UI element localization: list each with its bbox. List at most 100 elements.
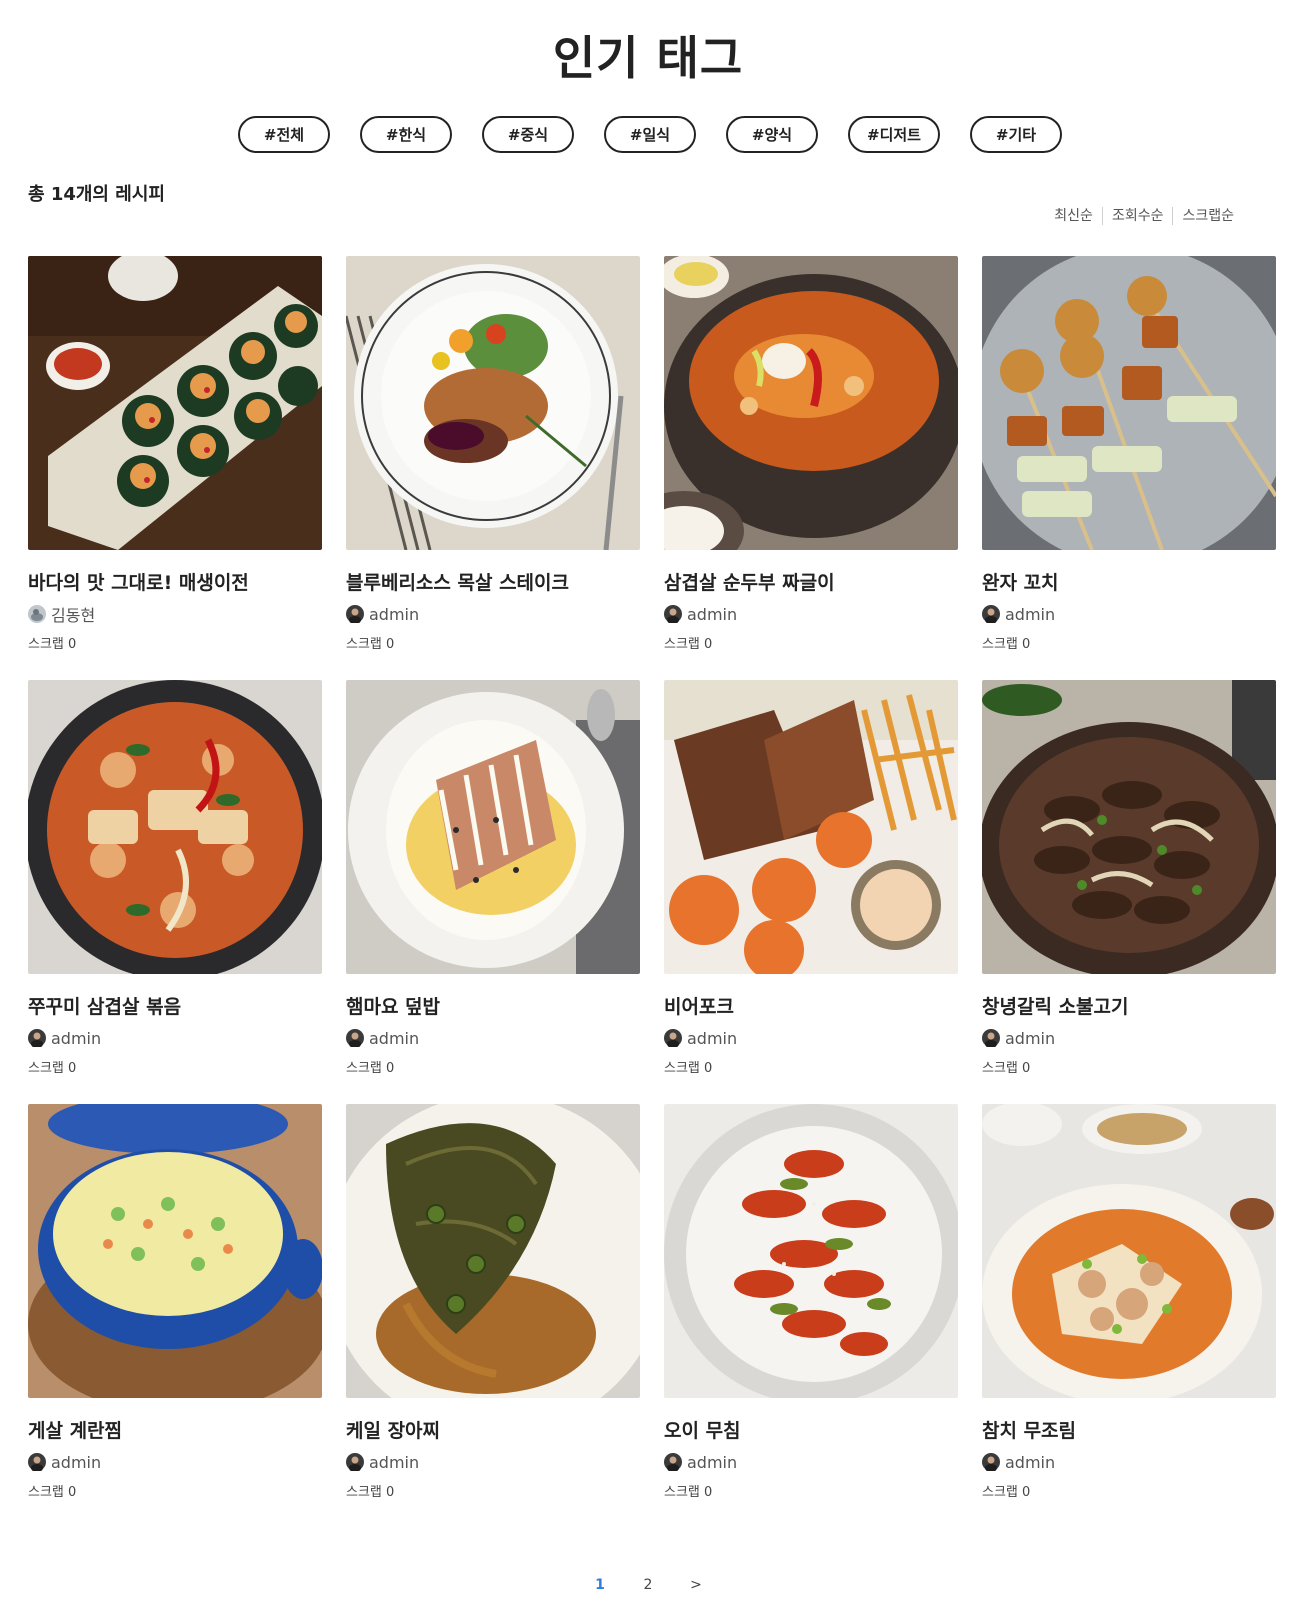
recipe-title[interactable]: 쭈꾸미 삼겹살 볶음 [28,992,322,1019]
avatar [346,1029,364,1047]
recipe-title[interactable]: 참치 무조림 [982,1416,1276,1443]
recipe-card[interactable]: 햄마요 덮밥 admin 스크랩 0 [346,680,640,1104]
author-name: admin [51,1452,102,1472]
recipe-thumbnail[interactable] [28,680,322,974]
recipe-author[interactable]: admin [346,1028,640,1048]
kale-pickles-photo [346,1104,640,1398]
scrap-count: 스크랩 0 [664,1061,713,1076]
recipe-thumbnail[interactable] [982,256,1276,550]
tag-korean[interactable]: #한식 [360,116,452,153]
scrap-count: 스크랩 0 [982,1061,1031,1076]
pork-steak-blueberry-sauce-photo [346,256,640,550]
author-name: admin [1005,604,1056,624]
recipe-count: 총 14개의 레시피 [28,184,165,205]
author-name: admin [51,1028,102,1048]
recipe-author[interactable]: admin [346,1452,640,1472]
recipe-card[interactable]: 게살 계란찜 admin 스크랩 0 [28,1104,322,1528]
scrap-count: 스크랩 0 [664,637,713,652]
recipe-title[interactable]: 오이 무침 [664,1416,958,1443]
seaweed-shrimp-pancakes-photo [28,256,322,550]
recipe-author[interactable]: 김동현 [28,604,322,625]
sundubu-stew-pot-photo [664,256,958,550]
sort-views[interactable]: 조회수순 [1101,207,1173,225]
recipe-title[interactable]: 삼겹살 순두부 짜글이 [664,568,958,595]
recipe-author[interactable]: admin [28,1452,322,1472]
scrap-count: 스크랩 0 [346,1485,395,1500]
recipe-author[interactable]: admin [664,1452,958,1472]
recipe-author[interactable]: admin [982,1452,1276,1472]
recipe-thumbnail[interactable] [346,680,640,974]
recipe-author[interactable]: admin [664,1028,958,1048]
ham-mayo-rice-bowl-photo [346,680,640,974]
author-name: admin [369,1028,420,1048]
sort-scraps[interactable]: 스크랩순 [1172,207,1234,225]
avatar [664,1453,682,1471]
scrap-count: 스크랩 0 [982,1485,1031,1500]
recipe-title[interactable]: 블루베리소스 목살 스테이크 [346,568,640,595]
recipe-title[interactable]: 완자 꼬치 [982,568,1276,595]
tag-chinese[interactable]: #중식 [482,116,574,153]
recipe-thumbnail[interactable] [346,256,640,550]
recipe-card[interactable]: 창녕갈릭 소불고기 admin 스크랩 0 [982,680,1276,1104]
recipe-title[interactable]: 비어포크 [664,992,958,1019]
spicy-cucumber-salad-photo [664,1104,958,1398]
recipe-thumbnail[interactable] [664,1104,958,1398]
recipe-card[interactable]: 완자 꼬치 admin 스크랩 0 [982,256,1276,680]
recipe-thumbnail[interactable] [982,680,1276,974]
recipe-thumbnail[interactable] [664,256,958,550]
recipe-thumbnail[interactable] [28,256,322,550]
scrap-count: 스크랩 0 [346,1061,395,1076]
avatar [664,1029,682,1047]
recipe-card[interactable]: 케일 장아찌 admin 스크랩 0 [346,1104,640,1528]
tag-dessert[interactable]: #디저트 [848,116,940,153]
author-name: 김동현 [51,606,96,625]
recipe-author[interactable]: admin [982,604,1276,624]
recipe-card[interactable]: 참치 무조림 admin 스크랩 0 [982,1104,1276,1528]
recipe-author[interactable]: admin [982,1028,1276,1048]
meatball-skewers-photo [982,256,1276,550]
scrap-count: 스크랩 0 [28,637,77,652]
tag-all[interactable]: #전체 [238,116,330,153]
recipe-title[interactable]: 바다의 맛 그대로! 매생이전 [28,568,322,595]
sort-latest[interactable]: 최신순 [1045,207,1102,225]
avatar [982,605,1000,623]
recipe-thumbnail[interactable] [28,1104,322,1398]
avatar [28,1453,46,1471]
recipe-card[interactable]: 비어포크 admin 스크랩 0 [664,680,958,1104]
recipe-title[interactable]: 창녕갈릭 소불고기 [982,992,1276,1019]
recipe-author[interactable]: admin [346,604,640,624]
recipe-author[interactable]: admin [28,1028,322,1048]
author-name: admin [687,1028,738,1048]
recipe-card[interactable]: 바다의 맛 그대로! 매생이전 김동현 스크랩 0 [28,256,322,680]
sort-options: 최신순 조회수순 스크랩순 [1045,207,1234,225]
avatar [982,1453,1000,1471]
scrap-count: 스크랩 0 [28,1485,77,1500]
recipe-grid: 바다의 맛 그대로! 매생이전 김동현 스크랩 0 블루베리소스 목살 스테이크… [28,256,1276,1528]
recipe-title[interactable]: 케일 장아찌 [346,1416,640,1443]
recipe-thumbnail[interactable] [346,1104,640,1398]
page-title: 인기 태그 [552,31,744,85]
recipe-thumbnail[interactable] [664,680,958,974]
recipe-title[interactable]: 햄마요 덮밥 [346,992,640,1019]
scrap-count: 스크랩 0 [346,637,395,652]
recipe-card[interactable]: 블루베리소스 목살 스테이크 admin 스크랩 0 [346,256,640,680]
recipe-author[interactable]: admin [664,604,958,624]
tag-western[interactable]: #양식 [726,116,818,153]
recipe-card[interactable]: 오이 무침 admin 스크랩 0 [664,1104,958,1528]
author-name: admin [369,604,420,624]
garlic-beef-bulgogi-photo [982,680,1276,974]
author-name: admin [1005,1452,1056,1472]
scrap-count: 스크랩 0 [664,1485,713,1500]
recipe-card[interactable]: 삼겹살 순두부 짜글이 admin 스크랩 0 [664,256,958,680]
next-page-icon[interactable]: > [672,1577,720,1593]
recipe-card[interactable]: 쭈꾸미 삼겹살 볶음 admin 스크랩 0 [28,680,322,1104]
page-2-link[interactable]: 2 [624,1577,672,1593]
author-name: admin [687,604,738,624]
tag-etc[interactable]: #기타 [970,116,1062,153]
recipe-thumbnail[interactable] [982,1104,1276,1398]
page-1-link[interactable]: 1 [576,1577,624,1593]
scrap-count: 스크랩 0 [28,1061,77,1076]
tag-japanese[interactable]: #일식 [604,116,696,153]
recipe-title[interactable]: 게살 계란찜 [28,1416,322,1443]
webfoot-octopus-pork-stirfry-photo [28,680,322,974]
